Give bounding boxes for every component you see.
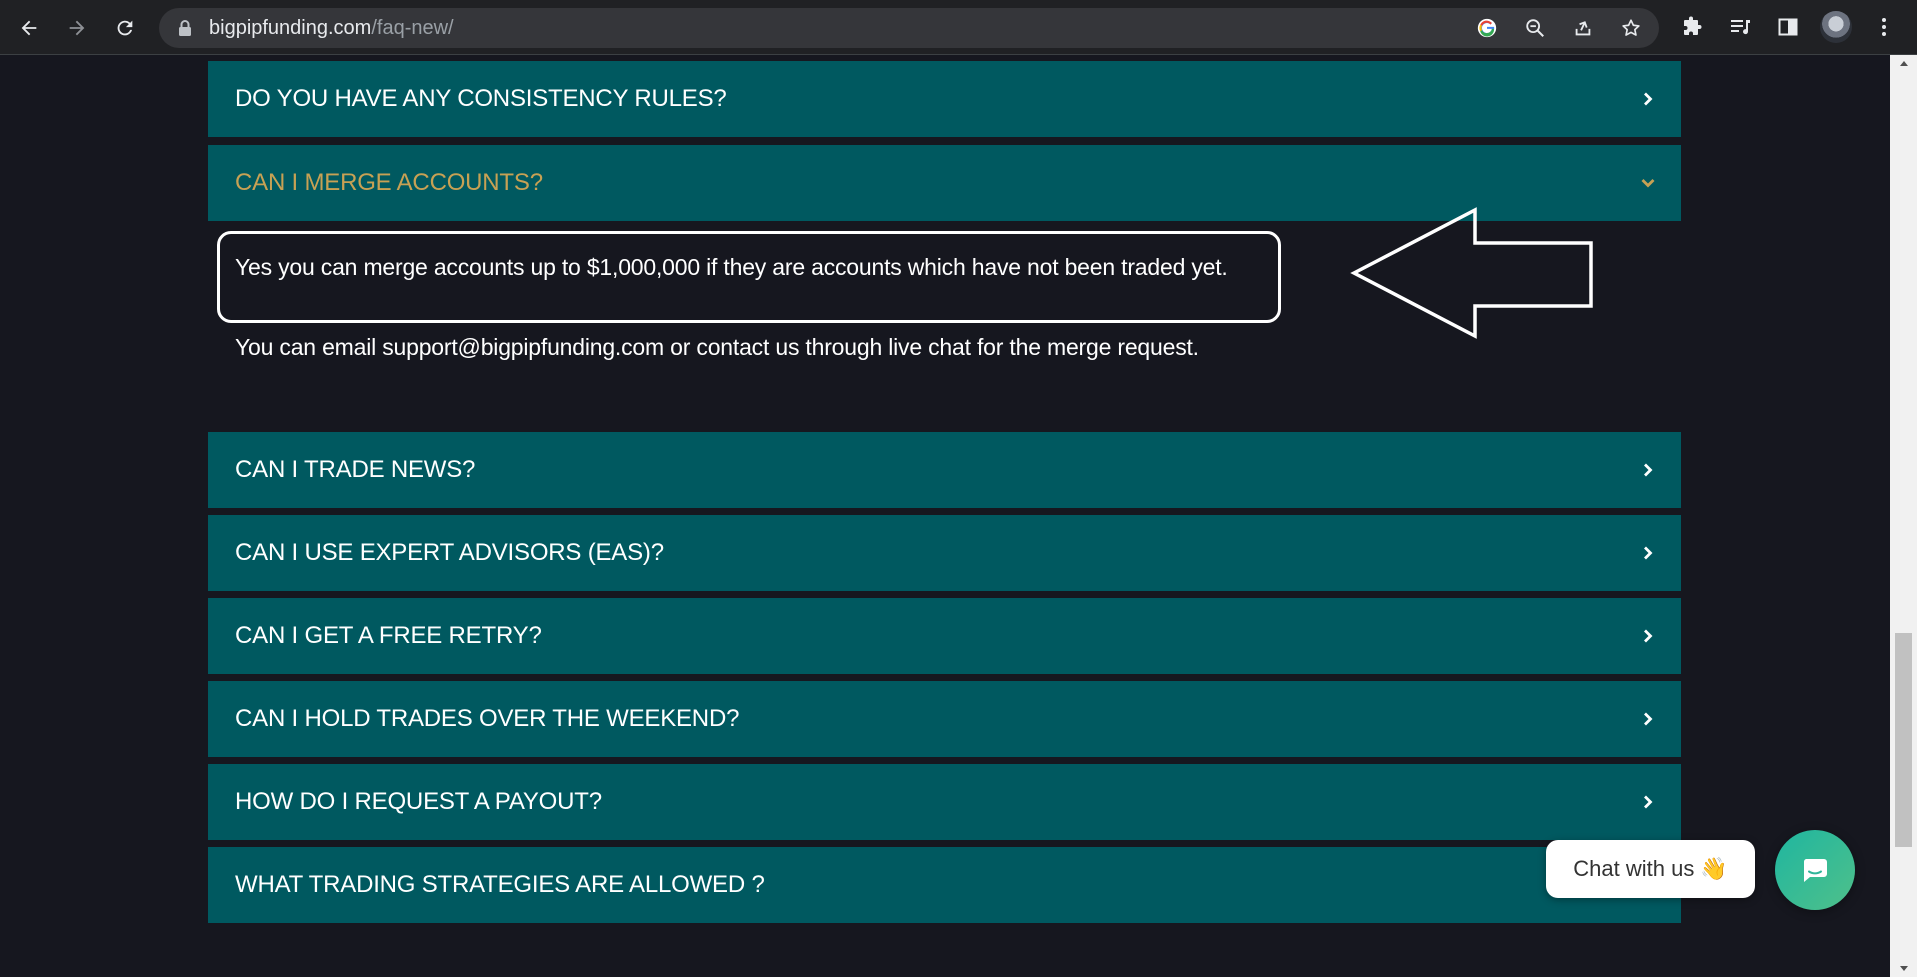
answer-paragraph: Yes you can merge accounts up to $1,000,… <box>235 254 1228 280</box>
faq-question: WHAT TRADING STRATEGIES ARE ALLOWED ? <box>235 871 765 898</box>
forward-button[interactable] <box>60 11 94 45</box>
browser-menu-icon[interactable] <box>1870 13 1898 41</box>
url-path: /faq-new/ <box>371 17 454 39</box>
faq-question: CAN I GET A FREE RETRY? <box>235 622 542 649</box>
address-bar[interactable]: bigpipfunding.com/faq-new/ <box>159 8 1659 48</box>
chat-bubble-icon <box>1803 859 1827 882</box>
faq-question: HOW DO I REQUEST A PAYOUT? <box>235 788 602 815</box>
scroll-down-arrow-icon[interactable] <box>1890 960 1917 977</box>
chevron-right-icon <box>1641 629 1655 643</box>
extensions-puzzle-icon[interactable] <box>1678 13 1706 41</box>
reading-list-icon[interactable] <box>1726 13 1754 41</box>
back-button[interactable] <box>12 11 46 45</box>
faq-item-expert-advisors[interactable]: CAN I USE EXPERT ADVISORS (EAS)? <box>208 515 1681 591</box>
zoom-out-icon[interactable] <box>1523 16 1547 40</box>
lock-icon <box>179 20 191 36</box>
faq-item-consistency-rules[interactable]: DO YOU HAVE ANY CONSISTENCY RULES? <box>208 61 1681 137</box>
annotation-arrow-icon <box>1350 207 1593 339</box>
faq-question: DO YOU HAVE ANY CONSISTENCY RULES? <box>235 85 727 112</box>
chevron-right-icon <box>1641 712 1655 726</box>
page-scrollbar[interactable] <box>1890 55 1917 977</box>
chevron-right-icon <box>1641 795 1655 809</box>
open-chat-button[interactable] <box>1775 830 1855 910</box>
google-lens-icon[interactable] <box>1475 16 1499 40</box>
share-icon[interactable] <box>1571 16 1595 40</box>
url-text: bigpipfunding.com/faq-new/ <box>209 17 454 40</box>
back-arrow-icon <box>21 20 37 36</box>
chat-pill-label: Chat with us <box>1573 856 1695 881</box>
chevron-down-icon <box>1641 176 1655 190</box>
profile-avatar[interactable] <box>1820 11 1852 43</box>
browser-toolbar: bigpipfunding.com/faq-new/ <box>0 0 1917 55</box>
faq-item-request-payout[interactable]: HOW DO I REQUEST A PAYOUT? <box>208 764 1681 840</box>
reload-icon <box>117 20 133 36</box>
reload-button[interactable] <box>108 11 142 45</box>
faq-page: DO YOU HAVE ANY CONSISTENCY RULES? CAN I… <box>0 55 1890 977</box>
answer-paragraph: You can email support@bigpipfunding.com … <box>235 334 1199 360</box>
faq-item-trading-strategies[interactable]: WHAT TRADING STRATEGIES ARE ALLOWED ? <box>208 847 1681 923</box>
faq-question: CAN I TRADE NEWS? <box>235 456 476 483</box>
chevron-right-icon <box>1641 463 1655 477</box>
scroll-up-arrow-icon[interactable] <box>1890 55 1917 72</box>
waving-hand-icon: 👋 <box>1700 856 1728 881</box>
faq-question: CAN I USE EXPERT ADVISORS (EAS)? <box>235 539 664 566</box>
faq-item-weekend-trades[interactable]: CAN I HOLD TRADES OVER THE WEEKEND? <box>208 681 1681 757</box>
side-panel-icon[interactable] <box>1774 13 1802 41</box>
faq-question: CAN I HOLD TRADES OVER THE WEEKEND? <box>235 705 740 732</box>
chevron-right-icon <box>1641 92 1655 106</box>
url-host: bigpipfunding.com <box>209 17 372 39</box>
chevron-right-icon <box>1641 546 1655 560</box>
chat-with-us-button[interactable]: Chat with us 👋 <box>1546 840 1755 898</box>
scrollbar-thumb[interactable] <box>1895 633 1912 847</box>
bookmark-star-icon[interactable] <box>1619 16 1643 40</box>
faq-item-trade-news[interactable]: CAN I TRADE NEWS? <box>208 432 1681 508</box>
faq-question: CAN I MERGE ACCOUNTS? <box>235 169 543 196</box>
faq-item-free-retry[interactable]: CAN I GET A FREE RETRY? <box>208 598 1681 674</box>
forward-arrow-icon <box>69 20 85 36</box>
